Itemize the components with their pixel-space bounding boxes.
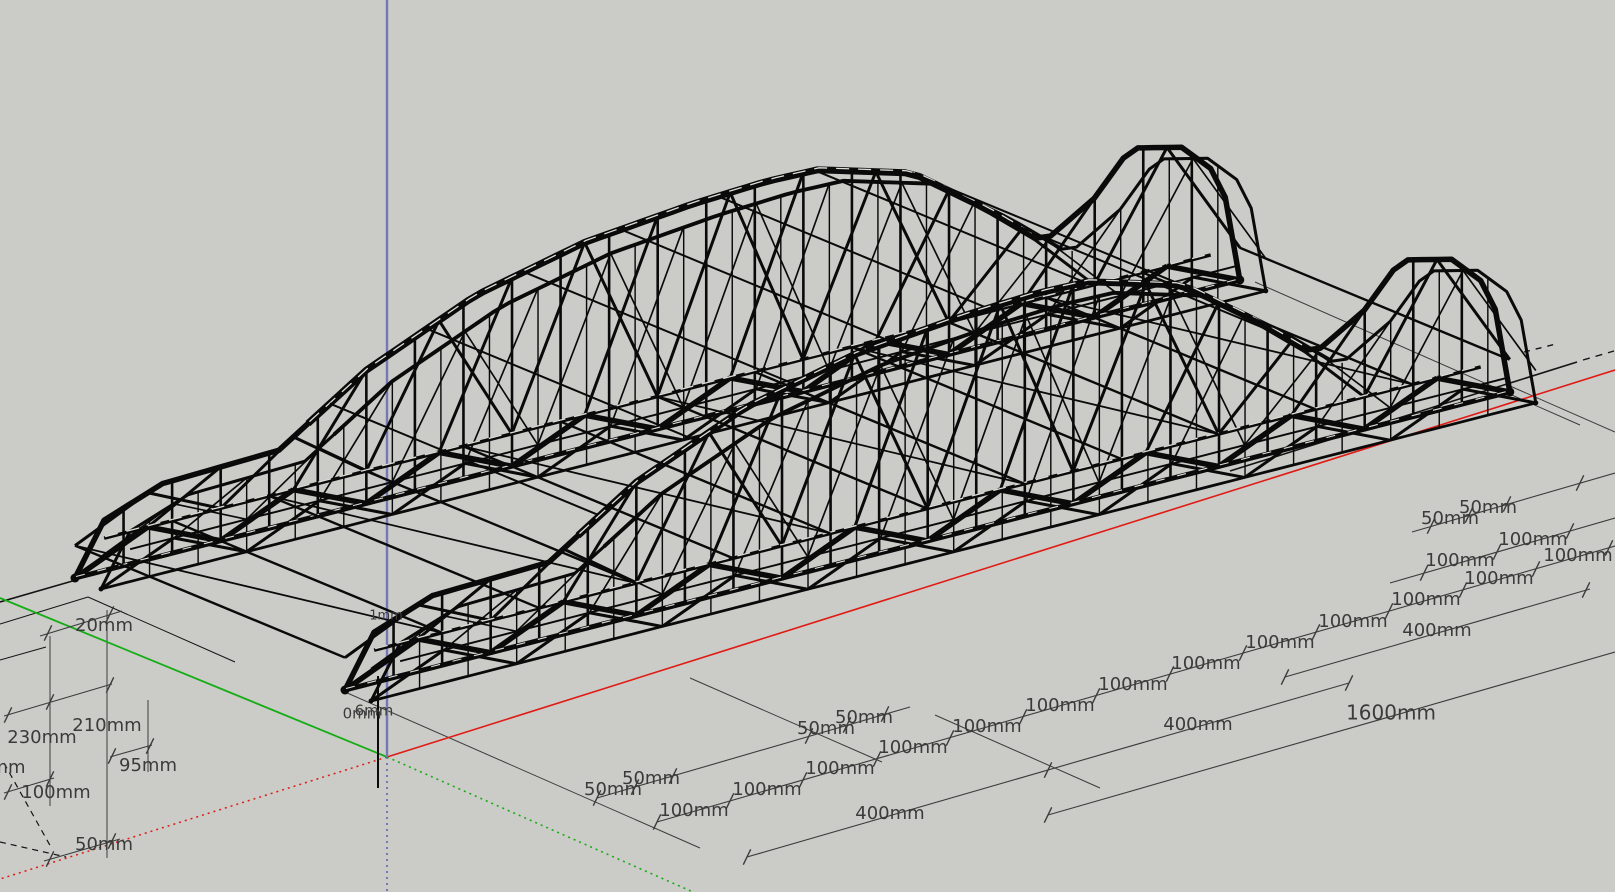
dim-label: 100mm <box>1098 674 1167 695</box>
dim-label-small: 1mm <box>369 609 403 624</box>
dim-label: 400mm <box>1402 620 1471 641</box>
dim-label: mm <box>0 757 26 778</box>
bridge-foot <box>1235 275 1244 284</box>
dim-label: 100mm <box>21 782 90 803</box>
dim-label: 100mm <box>732 779 801 800</box>
dim-label: 100mm <box>1391 589 1460 610</box>
dim-label: 100mm <box>952 716 1021 737</box>
dim-label: 100mm <box>878 737 947 758</box>
dim-label: 50mm <box>622 768 680 789</box>
dim-label: 100mm <box>1464 568 1533 589</box>
dim-label: 1600mm <box>1346 701 1436 725</box>
dim-label: 400mm <box>855 803 924 824</box>
dim-label: 100mm <box>1498 529 1567 550</box>
dim-label: 230mm <box>7 727 76 748</box>
bridge-foot <box>341 686 350 695</box>
dim-label: 50mm <box>835 707 893 728</box>
dim-label-small: 0mm <box>343 705 382 723</box>
dim-label: 100mm <box>805 758 874 779</box>
dim-label: 95mm <box>119 755 177 776</box>
cad-viewport[interactable]: 50mm50mm50mm50mm100mm100mm100mm100mm100m… <box>0 0 1615 892</box>
dim-label: 400mm <box>1163 714 1232 735</box>
dim-label: 50mm <box>75 834 133 855</box>
bridge-foot <box>71 574 80 583</box>
dim-label: 50mm <box>1459 497 1517 518</box>
bridge-foot <box>1533 400 1538 405</box>
dim-label: 20mm <box>75 615 133 636</box>
bridge-foot <box>1263 288 1268 293</box>
dim-label: 100mm <box>1025 695 1094 716</box>
dim-label: 100mm <box>659 800 728 821</box>
dim-label: 100mm <box>1318 611 1387 632</box>
bridge-foot <box>99 587 104 592</box>
model-scene: 50mm50mm50mm50mm100mm100mm100mm100mm100m… <box>0 0 1615 892</box>
dim-label: 100mm <box>1425 550 1494 571</box>
dim-label: 100mm <box>1171 653 1240 674</box>
dim-label: 210mm <box>72 715 141 736</box>
dim-label: 100mm <box>1245 632 1314 653</box>
bridge-foot <box>1505 387 1514 396</box>
